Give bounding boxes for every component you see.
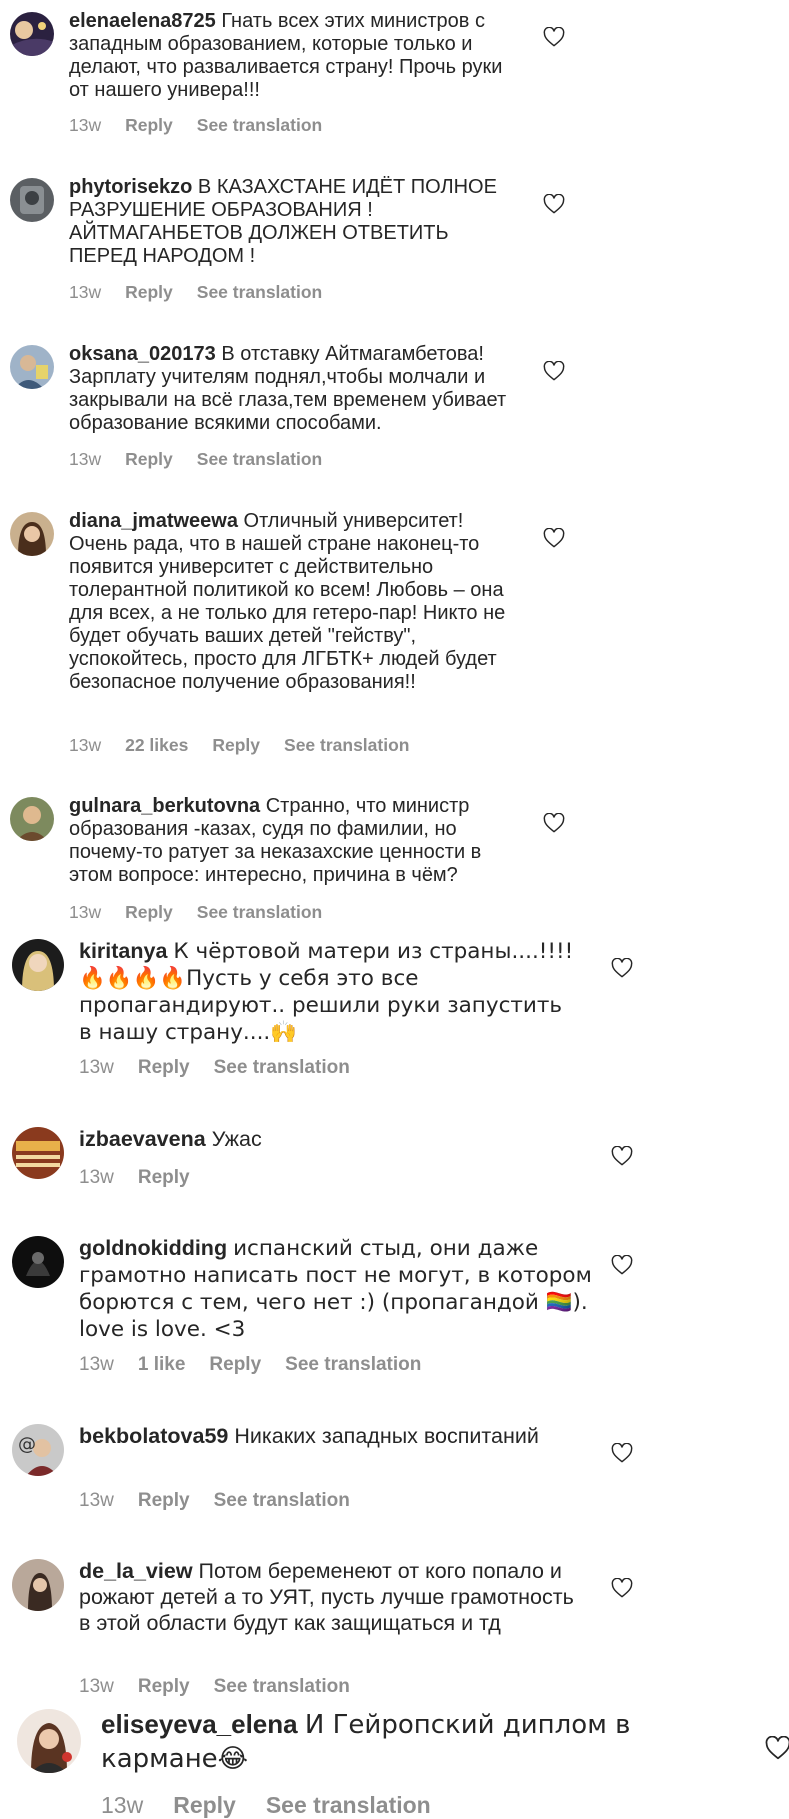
comment-text: oksana_020173 В отставку Айтмагамбетова!…: [69, 343, 519, 435]
timestamp: 13w: [69, 282, 102, 302]
comment-actions: 13w Reply See translation: [69, 282, 346, 303]
username-link[interactable]: kiritanya: [79, 939, 167, 963]
username-link[interactable]: phytorisekzo: [69, 176, 192, 198]
username-link[interactable]: oksana_020173: [69, 343, 216, 365]
comment-text: elenaelena8725 Гнать всех этих министров…: [69, 10, 519, 102]
reply-button[interactable]: Reply: [209, 1354, 261, 1375]
username-link[interactable]: gulnara_berkutovna: [69, 795, 260, 817]
comment-actions: 13w 1 like Reply See translation: [79, 1354, 445, 1376]
see-translation-button[interactable]: See translation: [266, 1792, 431, 1818]
reply-button[interactable]: Reply: [138, 1167, 190, 1188]
comment-actions: 13w Reply See translation: [101, 1792, 461, 1819]
heart-icon[interactable]: [543, 361, 565, 381]
comment-actions: 13w Reply See translation: [69, 449, 346, 470]
likes-count[interactable]: 1 like: [138, 1354, 186, 1375]
see-translation-button[interactable]: See translation: [197, 282, 322, 302]
comment-text: eliseyeva_elena И Гейропский диплом в ка…: [101, 1708, 661, 1776]
reply-button[interactable]: Reply: [138, 1057, 190, 1078]
timestamp: 13w: [79, 1354, 114, 1375]
reply-button[interactable]: Reply: [138, 1676, 190, 1697]
username-link[interactable]: goldnokidding: [79, 1236, 227, 1260]
timestamp: 13w: [79, 1167, 114, 1188]
timestamp: 13w: [101, 1792, 144, 1818]
comment-actions: 13w Reply See translation: [79, 1490, 374, 1512]
avatar[interactable]: [12, 1236, 64, 1288]
reply-button[interactable]: Reply: [125, 902, 173, 922]
see-translation-button[interactable]: See translation: [197, 449, 322, 469]
heart-icon[interactable]: [611, 1255, 633, 1275]
reply-button[interactable]: Reply: [173, 1792, 236, 1818]
comment-actions: 13w Reply See translation: [79, 1676, 374, 1698]
avatar[interactable]: [12, 1127, 64, 1179]
see-translation-button[interactable]: See translation: [214, 1057, 350, 1078]
avatar[interactable]: [10, 345, 54, 389]
heart-icon[interactable]: [543, 813, 565, 833]
username-link[interactable]: bekbolatova59: [79, 1424, 228, 1448]
likes-count[interactable]: 22 likes: [125, 735, 188, 755]
see-translation-button[interactable]: See translation: [214, 1676, 350, 1697]
see-translation-button[interactable]: See translation: [197, 115, 322, 135]
svg-text:@: @: [18, 1434, 36, 1455]
comment-body: Никаких западных воспитаний: [234, 1424, 539, 1448]
comment-actions: 13w Reply: [79, 1167, 214, 1189]
timestamp: 13w: [79, 1490, 114, 1511]
username-link[interactable]: diana_jmatweewa: [69, 510, 238, 532]
comment-actions: 13w Reply See translation: [69, 115, 346, 136]
comment-actions: 13w Reply See translation: [79, 1057, 374, 1079]
avatar[interactable]: [12, 939, 64, 991]
heart-icon[interactable]: [543, 27, 565, 47]
comment-actions: 13w Reply See translation: [69, 902, 346, 923]
see-translation-button[interactable]: See translation: [214, 1490, 350, 1511]
username-link[interactable]: elenaelena8725: [69, 10, 216, 32]
comment-text: bekbolatova59 Никаких западных воспитани…: [79, 1423, 579, 1449]
comment-body: Ужас: [211, 1127, 262, 1151]
username-link[interactable]: izbaevavena: [79, 1127, 206, 1151]
timestamp: 13w: [79, 1057, 114, 1078]
reply-button[interactable]: Reply: [138, 1490, 190, 1511]
heart-icon[interactable]: [611, 958, 633, 978]
timestamp: 13w: [69, 902, 102, 922]
comment-text: de_la_view Потом беременеют от кого попа…: [79, 1558, 579, 1636]
timestamp: 13w: [79, 1676, 114, 1697]
avatar[interactable]: [17, 1709, 81, 1773]
timestamp: 13w: [69, 115, 102, 135]
heart-icon[interactable]: [611, 1443, 633, 1463]
heart-icon[interactable]: [765, 1736, 789, 1760]
heart-icon[interactable]: [611, 1146, 633, 1166]
username-link[interactable]: de_la_view: [79, 1559, 193, 1583]
see-translation-button[interactable]: See translation: [197, 902, 322, 922]
timestamp: 13w: [69, 735, 102, 755]
comment-text: goldnokidding испанский стыд, они даже г…: [79, 1235, 599, 1343]
username-link[interactable]: eliseyeva_elena: [101, 1709, 298, 1739]
reply-button[interactable]: Reply: [125, 115, 173, 135]
heart-icon[interactable]: [543, 194, 565, 214]
avatar[interactable]: [10, 12, 54, 56]
avatar[interactable]: @: [12, 1424, 64, 1476]
reply-button[interactable]: Reply: [212, 735, 260, 755]
avatar[interactable]: [12, 1559, 64, 1611]
timestamp: 13w: [69, 449, 102, 469]
heart-icon[interactable]: [543, 528, 565, 548]
avatar[interactable]: [10, 512, 54, 556]
comment-text: kiritanya К чёртовой матери из страны...…: [79, 938, 579, 1046]
see-translation-button[interactable]: See translation: [284, 735, 409, 755]
comment-text: izbaevavena Ужас: [79, 1126, 579, 1152]
comment-text: phytorisekzo В КАЗАХСТАНЕ ИДЁТ ПОЛНОЕ РА…: [69, 176, 519, 268]
comment-text: diana_jmatweewa Отличный университет! Оч…: [69, 510, 519, 694]
reply-button[interactable]: Reply: [125, 282, 173, 302]
comment-text: gulnara_berkutovna Странно, что министр …: [69, 795, 519, 887]
comment-body: Отличный университет! Очень рада, что в …: [69, 510, 506, 693]
avatar[interactable]: [10, 178, 54, 222]
comment-actions: 13w 22 likes Reply See translation: [69, 735, 433, 756]
see-translation-button[interactable]: See translation: [285, 1354, 421, 1375]
reply-button[interactable]: Reply: [125, 449, 173, 469]
heart-icon[interactable]: [611, 1578, 633, 1598]
avatar[interactable]: [10, 797, 54, 841]
